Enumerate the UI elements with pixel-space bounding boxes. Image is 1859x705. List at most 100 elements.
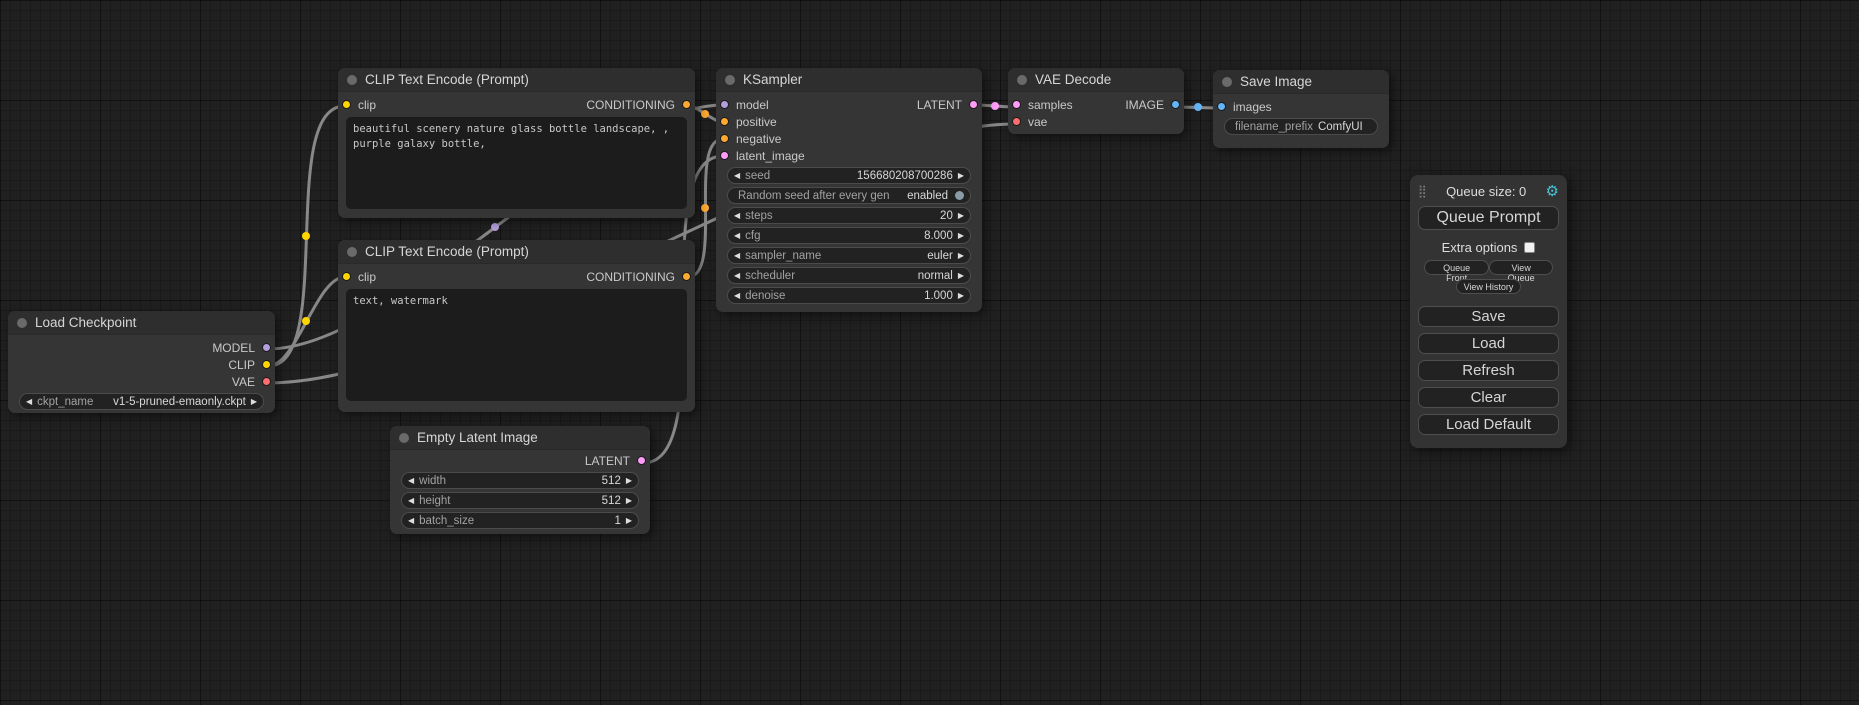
output-dot-conditioning[interactable] [682, 272, 691, 281]
arrow-right-icon[interactable]: ▶ [958, 292, 964, 300]
slot-label: VAE [232, 375, 255, 389]
output-dot-conditioning[interactable] [682, 100, 691, 109]
node-title-bar[interactable]: Load Checkpoint [8, 311, 275, 335]
save-button[interactable]: Save [1418, 306, 1559, 327]
output-dot-latent[interactable] [969, 100, 978, 109]
node-vae-decode[interactable]: VAE Decode samples IMAGE vae [1008, 68, 1184, 134]
arrow-right-icon[interactable]: ▶ [958, 232, 964, 240]
refresh-button[interactable]: Refresh [1418, 360, 1559, 381]
node-collapse-dot[interactable] [1017, 75, 1027, 85]
prompt-textarea[interactable]: beautiful scenery nature glass bottle la… [346, 117, 687, 209]
load-default-button[interactable]: Load Default [1418, 414, 1559, 435]
widget-scheduler[interactable]: ◀ scheduler normal ▶ [727, 267, 971, 284]
output-dot-vae[interactable] [262, 377, 271, 386]
node-empty-latent-image[interactable]: Empty Latent Image LATENT ◀ width 512 ▶ … [390, 426, 650, 534]
widget-seed[interactable]: ◀ seed 156680208700286 ▶ [727, 167, 971, 184]
input-dot-model[interactable] [720, 100, 729, 109]
slot-label: LATENT [585, 454, 630, 468]
widget-batch-size[interactable]: ◀ batch_size 1 ▶ [401, 512, 639, 529]
slot-label: images [1233, 100, 1272, 114]
arrow-right-icon[interactable]: ▶ [626, 517, 632, 525]
arrow-right-icon[interactable]: ▶ [626, 477, 632, 485]
arrow-right-icon[interactable]: ▶ [958, 212, 964, 220]
toggle-dot[interactable] [955, 191, 964, 200]
output-dot-clip[interactable] [262, 360, 271, 369]
widget-value: 1 [614, 515, 620, 527]
widget-height[interactable]: ◀ height 512 ▶ [401, 492, 639, 509]
arrow-right-icon[interactable]: ▶ [626, 497, 632, 505]
view-history-button[interactable]: View History [1456, 279, 1522, 294]
widget-random-seed-toggle[interactable]: Random seed after every gen enabled [727, 187, 971, 204]
widget-name: batch_size [419, 515, 474, 527]
widget-width[interactable]: ◀ width 512 ▶ [401, 472, 639, 489]
arrow-right-icon[interactable]: ▶ [958, 172, 964, 180]
input-dot-vae[interactable] [1012, 117, 1021, 126]
node-save-image[interactable]: Save Image images filename_prefix ComfyU… [1213, 70, 1389, 148]
slot-label: clip [358, 98, 376, 112]
input-dot-positive[interactable] [720, 117, 729, 126]
widget-name: seed [745, 170, 770, 182]
queue-prompt-button[interactable]: Queue Prompt [1418, 206, 1559, 230]
output-dot-image[interactable] [1171, 100, 1180, 109]
arrow-left-icon[interactable]: ◀ [734, 272, 740, 280]
extra-options-row: Extra options [1418, 238, 1559, 256]
node-title-bar[interactable]: CLIP Text Encode (Prompt) [338, 240, 695, 264]
extra-options-checkbox[interactable] [1524, 242, 1535, 253]
arrow-right-icon[interactable]: ▶ [958, 272, 964, 280]
widget-denoise[interactable]: ◀ denoise 1.000 ▶ [727, 287, 971, 304]
node-title-bar[interactable]: KSampler [716, 68, 982, 92]
output-dot-model[interactable] [262, 343, 271, 352]
node-title-bar[interactable]: CLIP Text Encode (Prompt) [338, 68, 695, 92]
slot-label: CONDITIONING [586, 98, 675, 112]
arrow-left-icon[interactable]: ◀ [734, 232, 740, 240]
node-ksampler[interactable]: KSampler model LATENT positive negative … [716, 68, 982, 312]
output-slot-conditioning: CONDITIONING [586, 270, 691, 284]
widget-value: 20 [940, 210, 953, 222]
arrow-left-icon[interactable]: ◀ [734, 252, 740, 260]
widget-steps[interactable]: ◀ steps 20 ▶ [727, 207, 971, 224]
input-dot-negative[interactable] [720, 134, 729, 143]
widget-sampler-name[interactable]: ◀ sampler_name euler ▶ [727, 247, 971, 264]
node-collapse-dot[interactable] [399, 433, 409, 443]
node-collapse-dot[interactable] [17, 318, 27, 328]
input-dot-clip[interactable] [342, 100, 351, 109]
arrow-left-icon[interactable]: ◀ [408, 497, 414, 505]
arrow-left-icon[interactable]: ◀ [408, 517, 414, 525]
queue-front-button[interactable]: Queue Front [1424, 260, 1489, 275]
node-collapse-dot[interactable] [347, 247, 357, 257]
node-title-bar[interactable]: Save Image [1213, 70, 1389, 94]
node-title: Save Image [1240, 74, 1312, 89]
node-load-checkpoint[interactable]: Load Checkpoint MODEL CLIP VAE ◀ ckpt_na… [8, 311, 275, 413]
settings-gear-icon[interactable]: ⚙ [1546, 182, 1559, 200]
output-dot-latent[interactable] [637, 456, 646, 465]
arrow-left-icon[interactable]: ◀ [734, 212, 740, 220]
node-collapse-dot[interactable] [1222, 77, 1232, 87]
view-queue-button[interactable]: View Queue [1489, 260, 1553, 275]
node-title-bar[interactable]: VAE Decode [1008, 68, 1184, 92]
arrow-left-icon[interactable]: ◀ [408, 477, 414, 485]
node-clip-text-encode-negative[interactable]: CLIP Text Encode (Prompt) clip CONDITION… [338, 240, 695, 412]
output-slot-latent: LATENT [917, 98, 978, 112]
widget-ckpt-name[interactable]: ◀ ckpt_name v1-5-pruned-emaonly.ckpt ▶ [19, 393, 264, 410]
queue-menu-panel: ⣿ Queue size: 0 ⚙ Queue Prompt Extra opt… [1410, 175, 1567, 448]
arrow-right-icon[interactable]: ▶ [251, 398, 257, 406]
input-dot-clip[interactable] [342, 272, 351, 281]
node-collapse-dot[interactable] [347, 75, 357, 85]
arrow-left-icon[interactable]: ◀ [26, 398, 32, 406]
widget-filename-prefix[interactable]: filename_prefix ComfyUI [1224, 118, 1378, 135]
widget-name: denoise [745, 290, 785, 302]
input-dot-samples[interactable] [1012, 100, 1021, 109]
input-dot-latent-image[interactable] [720, 151, 729, 160]
input-dot-images[interactable] [1217, 102, 1226, 111]
drag-handle-icon[interactable]: ⣿ [1418, 184, 1427, 198]
node-title-bar[interactable]: Empty Latent Image [390, 426, 650, 450]
node-clip-text-encode-positive[interactable]: CLIP Text Encode (Prompt) clip CONDITION… [338, 68, 695, 218]
clear-button[interactable]: Clear [1418, 387, 1559, 408]
arrow-left-icon[interactable]: ◀ [734, 172, 740, 180]
prompt-textarea[interactable]: text, watermark [346, 289, 687, 401]
arrow-left-icon[interactable]: ◀ [734, 292, 740, 300]
node-collapse-dot[interactable] [725, 75, 735, 85]
load-button[interactable]: Load [1418, 333, 1559, 354]
arrow-right-icon[interactable]: ▶ [958, 252, 964, 260]
widget-cfg[interactable]: ◀ cfg 8.000 ▶ [727, 227, 971, 244]
